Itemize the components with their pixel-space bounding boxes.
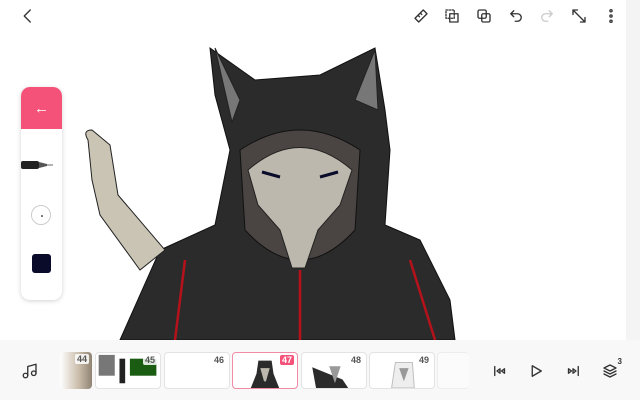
resize-icon[interactable]	[567, 4, 591, 28]
music-icon[interactable]	[18, 359, 42, 383]
lasso-copy-icon[interactable]	[440, 4, 464, 28]
pen-tool-icon[interactable]	[21, 160, 55, 170]
timeline-frame[interactable]: 46	[164, 352, 230, 389]
duplicate-icon[interactable]	[472, 4, 496, 28]
timeline-frame[interactable]	[437, 352, 469, 389]
top-toolbar	[0, 0, 640, 34]
layers-count: 3	[617, 357, 622, 366]
collapse-tools-button[interactable]: ←	[21, 87, 62, 129]
last-frame-icon[interactable]	[561, 359, 585, 383]
timeline-bar: 44 45 46 47 48 49 3	[0, 340, 640, 400]
timeline-frame[interactable]: 45	[95, 352, 161, 389]
arrow-left-icon: ←	[34, 99, 49, 117]
timeline-frame[interactable]: 44	[60, 352, 92, 389]
tool-panel: ←	[21, 87, 62, 300]
ruler-icon[interactable]	[409, 4, 433, 28]
redo-icon[interactable]	[535, 4, 559, 28]
timeline-frame[interactable]: 48	[301, 352, 367, 389]
timeline-frame[interactable]: 49	[369, 352, 435, 389]
timeline-frame-selected[interactable]: 47	[232, 352, 298, 389]
undo-icon[interactable]	[504, 4, 528, 28]
canvas-edge	[626, 0, 640, 340]
brush-size-button[interactable]	[31, 205, 51, 225]
layers-button[interactable]: 3	[598, 357, 622, 383]
drawing-canvas[interactable]	[0, 34, 626, 340]
first-frame-icon[interactable]	[488, 359, 512, 383]
play-icon[interactable]	[524, 359, 548, 383]
more-icon[interactable]	[599, 4, 623, 28]
color-swatch-button[interactable]	[32, 254, 51, 273]
back-icon[interactable]	[16, 4, 40, 28]
